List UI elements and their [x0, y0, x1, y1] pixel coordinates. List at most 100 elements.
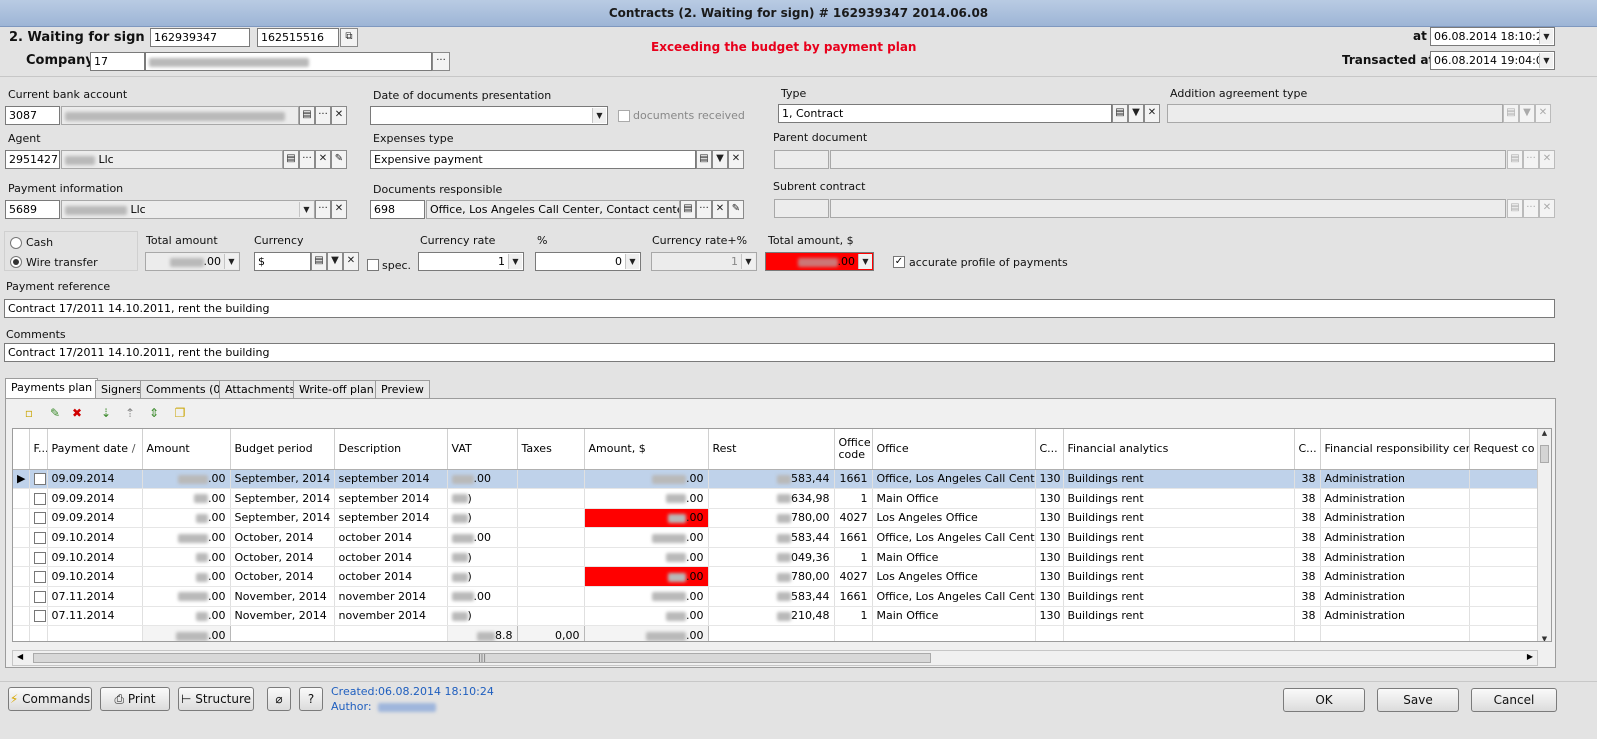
vertical-scrollbar[interactable]: ▲ ▼ [1537, 429, 1551, 641]
lookup-icon[interactable]: ▤ [680, 200, 696, 219]
close-icon[interactable]: ✕ [1539, 150, 1555, 169]
tab-preview[interactable]: Preview [375, 380, 430, 398]
office-cell[interactable]: Los Angeles Office [872, 566, 1036, 588]
request-cell[interactable] [1469, 606, 1540, 627]
amount-usd-cell[interactable]: .00 [584, 508, 709, 529]
chevron-down-icon[interactable]: ▼ [1128, 104, 1144, 123]
frc-code-cell[interactable]: 38 [1294, 547, 1321, 568]
budget-period-cell[interactable]: October, 2014 [230, 527, 335, 548]
payment-reference-field[interactable]: Contract 17/2011 14.10.2011, rent the bu… [4, 299, 1555, 318]
amount-usd-cell[interactable]: .00 [584, 488, 709, 509]
total-amount-field[interactable]: .00 ▼ [145, 252, 240, 271]
frc-code-cell[interactable]: 38 [1294, 606, 1321, 627]
print-button[interactable]: ⎙ Print [100, 687, 170, 711]
vat-cell[interactable]: ) [447, 547, 518, 568]
payment-info-name-field[interactable]: Llc ▼ [61, 200, 315, 219]
payment-date-cell[interactable]: 07.11.2014 [47, 606, 143, 627]
company-name-field[interactable] [145, 52, 432, 71]
budget-period-cell[interactable]: September, 2014 [230, 469, 335, 490]
row-flag-cell[interactable] [29, 527, 48, 548]
description-cell[interactable]: september 2014 [334, 488, 448, 509]
frc-code-cell[interactable]: 38 [1294, 586, 1321, 607]
chevron-down-icon[interactable]: ▼ [1519, 104, 1535, 123]
commands-button[interactable]: ⚡ Commands [8, 687, 92, 711]
taxes-cell[interactable] [517, 488, 585, 509]
request-cell[interactable] [1469, 566, 1540, 588]
payment-date-cell[interactable]: 07.11.2014 [47, 586, 143, 607]
scroll-left-icon[interactable]: ◀ [17, 652, 23, 661]
fa-code-cell[interactable]: 130 [1035, 566, 1064, 588]
close-icon[interactable]: ✕ [315, 150, 331, 169]
save-button[interactable]: Save [1377, 688, 1459, 712]
amount-cell[interactable]: .00 [142, 547, 231, 568]
lookup-icon[interactable]: ▤ [696, 150, 712, 169]
edit-icon[interactable]: ✎ [728, 200, 744, 219]
row-checkbox[interactable] [33, 473, 46, 486]
request-cell[interactable] [1469, 527, 1540, 548]
office-cell[interactable]: Main Office [872, 606, 1036, 627]
taxes-cell[interactable] [517, 606, 585, 627]
column-header[interactable]: Description [334, 429, 448, 470]
scroll-right-icon[interactable]: ▶ [1527, 652, 1533, 661]
request-cell[interactable] [1469, 586, 1540, 607]
office-cell[interactable]: Main Office [872, 547, 1036, 568]
row-checkbox[interactable] [33, 571, 46, 584]
table-row[interactable]: 09.09.2014.00 September, 2014 september 20… [13, 488, 1540, 509]
lookup-icon[interactable]: ▤ [299, 106, 315, 125]
office-code-cell[interactable]: 1 [834, 547, 873, 568]
delete-row-icon[interactable]: ✖ [69, 405, 85, 421]
close-icon[interactable]: ✕ [712, 200, 728, 219]
chevron-down-icon[interactable]: ▼ [224, 254, 238, 269]
scroll-thumb[interactable] [1540, 445, 1549, 463]
row-flag-cell[interactable] [29, 469, 48, 490]
financial-analytics-cell[interactable]: Buildings rent [1063, 508, 1295, 529]
financial-analytics-cell[interactable]: Buildings rent [1063, 469, 1295, 490]
financial-responsibility-cell[interactable]: Administration [1320, 469, 1470, 490]
financial-analytics-cell[interactable]: Buildings rent [1063, 527, 1295, 548]
sort-down-icon[interactable]: ⇣ [98, 405, 114, 421]
column-header[interactable]: Office code [834, 429, 873, 470]
description-cell[interactable]: november 2014 [334, 606, 448, 627]
chevron-down-icon[interactable]: ▼ [592, 108, 606, 123]
table-row[interactable]: 07.11.2014.00 November, 2014 november 2014… [13, 586, 1540, 607]
budget-period-cell[interactable]: November, 2014 [230, 606, 335, 627]
tab-payments-plan[interactable]: Payments plan [5, 378, 99, 399]
chevron-down-icon[interactable]: ▼ [1539, 29, 1553, 44]
lookup-icon[interactable]: ▤ [283, 150, 299, 169]
table-row[interactable]: 09.10.2014.00 October, 2014 october 2014).… [13, 566, 1540, 588]
lookup-icon[interactable]: ▤ [311, 252, 327, 271]
copy-row-icon[interactable]: ❐ [172, 405, 188, 421]
row-flag-cell[interactable] [29, 566, 48, 588]
fa-code-cell[interactable]: 130 [1035, 586, 1064, 607]
close-icon[interactable]: ✕ [343, 252, 359, 271]
financial-responsibility-cell[interactable]: Administration [1320, 606, 1470, 627]
frc-code-cell[interactable]: 38 [1294, 488, 1321, 509]
financial-responsibility-cell[interactable]: Administration [1320, 527, 1470, 548]
chevron-down-icon[interactable]: ▼ [858, 254, 872, 269]
financial-analytics-cell[interactable]: Buildings rent [1063, 566, 1295, 588]
budget-period-cell[interactable]: October, 2014 [230, 566, 335, 588]
amount-cell[interactable]: .00 [142, 488, 231, 509]
vat-cell[interactable]: ) [447, 566, 518, 588]
close-icon[interactable]: ✕ [1144, 104, 1160, 123]
rest-cell[interactable]: 780,00 [708, 566, 835, 588]
column-header[interactable]: Budget period [230, 429, 335, 470]
agent-name-field[interactable]: Llc [61, 150, 283, 169]
budget-period-cell[interactable]: November, 2014 [230, 586, 335, 607]
amount-cell[interactable]: .00 [142, 566, 231, 588]
financial-analytics-cell[interactable]: Buildings rent [1063, 547, 1295, 568]
ellipsis-icon[interactable]: ··· [315, 200, 331, 219]
docs-responsible-name-field[interactable]: Office, Los Angeles Call Center, Contact… [426, 200, 680, 219]
column-header[interactable]: Financial analytics [1063, 429, 1295, 470]
edit-icon[interactable]: ✎ [331, 150, 347, 169]
column-header[interactable]: C... [1035, 429, 1064, 470]
amount-cell[interactable]: .00 [142, 508, 231, 529]
ellipsis-icon[interactable]: ··· [696, 200, 712, 219]
chevron-down-icon[interactable]: ▼ [1539, 53, 1553, 68]
column-header[interactable]: Taxes [517, 429, 585, 470]
fa-code-cell[interactable]: 130 [1035, 508, 1064, 529]
request-cell[interactable] [1469, 547, 1540, 568]
office-code-cell[interactable]: 4027 [834, 508, 873, 529]
financial-analytics-cell[interactable]: Buildings rent [1063, 488, 1295, 509]
expand-icon[interactable]: ⇕ [146, 405, 162, 421]
